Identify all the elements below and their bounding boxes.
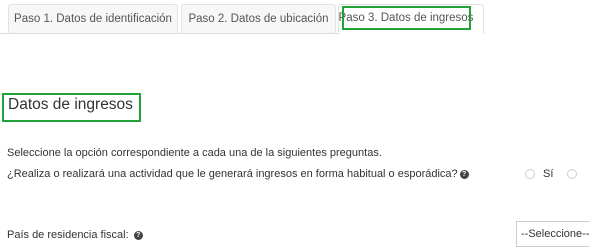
country-residence-label-text: País de residencia fiscal: xyxy=(7,229,129,241)
tab-step-2[interactable]: Paso 2. Datos de ubicación xyxy=(181,4,336,33)
country-residence-label: País de residencia fiscal: ? xyxy=(7,229,143,241)
income-question-text: ¿Realiza o realizará una actividad que l… xyxy=(7,168,458,180)
radio-no[interactable] xyxy=(567,169,577,179)
help-circle-icon[interactable]: ? xyxy=(133,231,143,240)
tab-step-1[interactable]: Paso 1. Datos de identificación xyxy=(8,4,178,33)
instructions-text: Seleccione la opción correspondiente a c… xyxy=(7,147,382,159)
tab-step-3-label: Paso 3. Datos de ingresos xyxy=(338,12,474,24)
tab-step-3[interactable]: Paso 3. Datos de ingresos xyxy=(338,4,484,34)
section-title: Datos de ingresos xyxy=(8,96,133,113)
tab-step-2-label: Paso 2. Datos de ubicación xyxy=(188,13,329,25)
tab-step-1-label: Paso 1. Datos de identificación xyxy=(14,13,172,25)
help-circle-icon[interactable]: ? xyxy=(459,170,469,179)
step-tabs: Paso 1. Datos de identificación Paso 2. … xyxy=(0,0,589,34)
radio-yes[interactable] xyxy=(525,169,535,179)
country-select[interactable]: --Seleccione-- xyxy=(516,221,589,247)
radio-yes-label: Sí xyxy=(543,168,554,180)
income-question: ¿Realiza o realizará una actividad que l… xyxy=(7,168,469,180)
